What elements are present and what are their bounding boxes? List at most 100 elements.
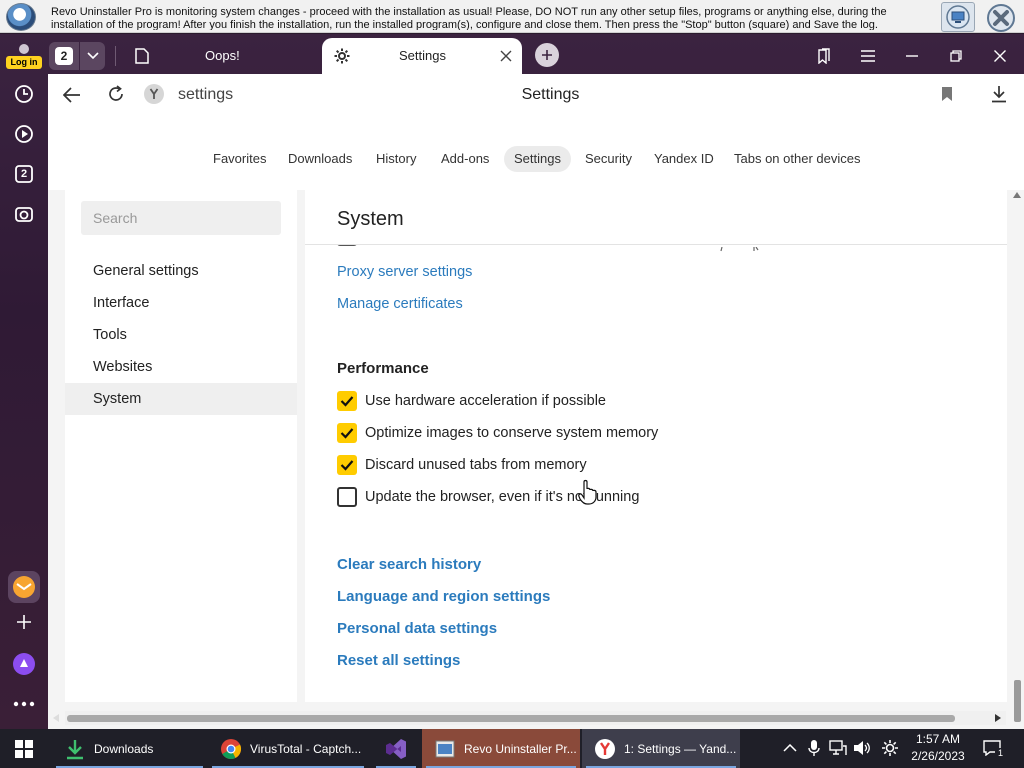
nav-favorites[interactable]: Favorites xyxy=(203,146,276,172)
microphone-icon xyxy=(808,740,820,756)
nav-tabs-other-devices[interactable]: Tabs on other devices xyxy=(724,146,870,172)
personal-data-settings-link[interactable]: Personal data settings xyxy=(337,620,497,637)
reset-all-settings-link[interactable]: Reset all settings xyxy=(337,652,460,669)
page-content: settings Settings Favorites Downloads Hi… xyxy=(48,74,1024,729)
clock-time[interactable]: 1:57 AM xyxy=(912,732,964,746)
nav-security[interactable]: Security xyxy=(575,146,642,172)
add-sidebar-app-button[interactable] xyxy=(8,606,40,638)
nav-history[interactable]: History xyxy=(366,146,426,172)
settings-main-panel: System Proxy server settings Manage cert… xyxy=(305,190,1007,702)
nav-downloads[interactable]: Downloads xyxy=(278,146,362,172)
taskbar-downloads[interactable]: Downloads xyxy=(52,729,207,768)
horizontal-scrollbar[interactable] xyxy=(53,711,1006,725)
restore-button[interactable] xyxy=(942,42,970,70)
tab-label: Oops! xyxy=(205,48,240,63)
nav-yandex-id[interactable]: Yandex ID xyxy=(644,146,724,172)
tab-counter-button[interactable]: 2 xyxy=(49,42,79,70)
background-update-checkbox[interactable] xyxy=(337,487,357,507)
revo-monitor-button[interactable] xyxy=(941,2,975,32)
tray-overflow-button[interactable] xyxy=(780,738,800,758)
tab-settings[interactable]: Settings xyxy=(322,38,522,74)
tab-oops[interactable]: Oops! xyxy=(125,38,320,74)
new-tab-button[interactable] xyxy=(535,43,559,67)
revo-icon xyxy=(435,740,455,757)
tab-count: 2 xyxy=(55,47,73,65)
login-badge[interactable]: Log in xyxy=(6,56,42,69)
sidebar-item-websites[interactable]: Websites xyxy=(65,351,297,383)
tray-volume[interactable] xyxy=(852,738,872,758)
screenshot-button[interactable] xyxy=(8,198,40,230)
proxy-settings-link[interactable]: Proxy server settings xyxy=(337,264,472,280)
download-arrow-icon xyxy=(67,739,83,759)
reload-icon[interactable] xyxy=(107,85,125,103)
tray-network[interactable] xyxy=(828,738,848,758)
settings-search[interactable] xyxy=(81,201,281,235)
discard-tabs-checkbox[interactable] xyxy=(337,455,357,475)
revo-stop-button[interactable] xyxy=(983,2,1017,32)
scroll-up-icon[interactable] xyxy=(1013,192,1021,198)
chevron-up-icon xyxy=(783,744,797,752)
chrome-icon xyxy=(221,738,242,759)
hardware-acceleration-checkbox[interactable] xyxy=(337,391,357,411)
media-player-button[interactable] xyxy=(8,118,40,150)
taskbar-virustotal[interactable]: VirusTotal - Captch... xyxy=(208,729,368,768)
checkmark-icon xyxy=(340,396,354,407)
close-window-button[interactable] xyxy=(986,42,1014,70)
sidebar-item-general-settings[interactable]: General settings xyxy=(65,255,297,287)
performance-heading: Performance xyxy=(337,360,429,377)
language-region-settings-link[interactable]: Language and region settings xyxy=(337,588,550,605)
optimize-images-checkbox[interactable] xyxy=(337,423,357,443)
tray-settings[interactable] xyxy=(880,738,900,758)
tray-microphone[interactable] xyxy=(804,738,824,758)
manage-certificates-link[interactable]: Manage certificates xyxy=(337,296,463,312)
visual-studio-icon xyxy=(386,738,406,759)
start-button[interactable] xyxy=(0,729,48,768)
hand-cursor-icon xyxy=(578,479,597,505)
address-bar[interactable]: settings xyxy=(178,86,233,104)
clock-icon xyxy=(15,85,33,103)
alice-button[interactable] xyxy=(8,648,40,680)
taskbar-yandex-browser[interactable]: 1: Settings — Yand... xyxy=(582,729,740,768)
menu-button[interactable] xyxy=(854,42,882,70)
sidebar-item-system[interactable]: System xyxy=(65,383,297,415)
taskbar-item-label: Revo Uninstaller Pr... xyxy=(464,741,577,756)
clock-date[interactable]: 2/26/2023 xyxy=(908,749,968,763)
site-identity-icon[interactable] xyxy=(144,84,164,104)
sidebar-item-interface[interactable]: Interface xyxy=(65,287,297,319)
taskbar-visual-studio[interactable] xyxy=(372,729,420,768)
close-tab-icon[interactable] xyxy=(500,50,512,62)
minimize-button[interactable] xyxy=(898,42,926,70)
more-button[interactable] xyxy=(8,688,40,720)
nav-settings[interactable]: Settings xyxy=(504,146,571,172)
nav-addons[interactable]: Add-ons xyxy=(431,146,499,172)
vertical-scrollbar[interactable] xyxy=(1009,190,1024,729)
search-input[interactable] xyxy=(81,201,281,235)
more-dots-icon xyxy=(13,701,35,707)
download-icon[interactable] xyxy=(991,85,1007,103)
collections-button[interactable]: 2 xyxy=(8,158,40,190)
settings-sidebar: General settings Interface Tools Website… xyxy=(65,190,297,702)
checkmark-icon xyxy=(340,460,354,471)
clear-search-history-link[interactable]: Clear search history xyxy=(337,556,481,573)
history-button[interactable] xyxy=(8,78,40,110)
checkmark-icon xyxy=(340,428,354,439)
scroll-left-icon[interactable] xyxy=(53,714,59,722)
sidebar-item-tools[interactable]: Tools xyxy=(65,319,297,351)
tab-list-button[interactable] xyxy=(80,42,105,70)
taskbar-revo-uninstaller[interactable]: Revo Uninstaller Pr... xyxy=(422,729,580,768)
bookmarks-panel-button[interactable] xyxy=(810,42,838,70)
back-icon[interactable] xyxy=(63,87,81,103)
vertical-scroll-thumb[interactable] xyxy=(1014,680,1021,722)
scroll-right-icon[interactable] xyxy=(995,714,1001,722)
plus-icon xyxy=(542,50,552,60)
yandex-services-button[interactable] xyxy=(8,571,40,603)
horizontal-scroll-thumb[interactable] xyxy=(67,715,955,722)
bookmark-icon[interactable] xyxy=(941,86,953,102)
bookmarks-icon xyxy=(818,48,830,64)
action-center-button[interactable]: 1 xyxy=(982,738,1006,759)
windows-logo-icon xyxy=(15,739,33,758)
page-title: Settings xyxy=(521,86,580,103)
taskbar-item-label: VirusTotal - Captch... xyxy=(250,741,362,756)
revo-logo-icon xyxy=(6,3,36,31)
tab-label: Settings xyxy=(399,48,446,63)
